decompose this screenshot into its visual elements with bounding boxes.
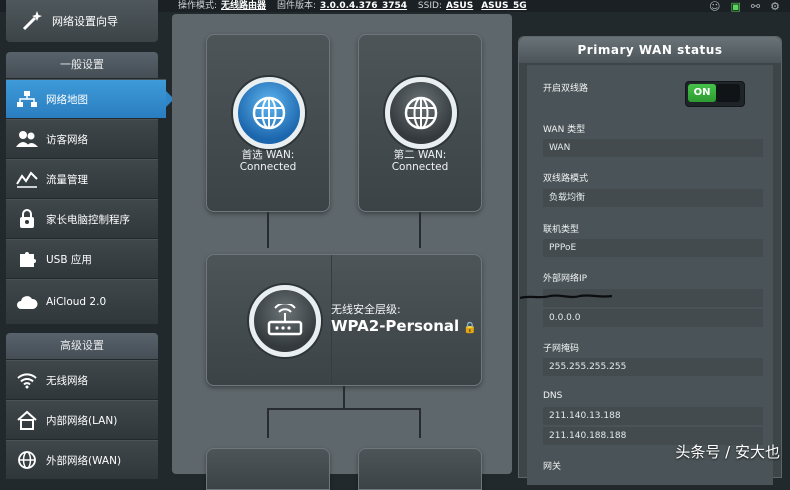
usb-application-icon — [14, 247, 40, 271]
primary-wan-status-panel: Primary WAN status 开启双线路 ON WAN 类型 WAN 双… — [518, 36, 782, 485]
sidebar-item-label: 访客网络 — [46, 133, 88, 146]
sidebar-item-guest-network[interactable]: 访客网络 — [6, 119, 158, 158]
primary-wan-title: 首选 WAN: — [241, 149, 295, 161]
wan-type-value: WAN — [543, 139, 763, 157]
primary-wan-tile[interactable]: 首选 WAN: Connected — [206, 34, 330, 212]
panel-title: Primary WAN status — [519, 37, 781, 63]
lock-icon: 🔒 — [463, 321, 477, 334]
network-map-icon — [14, 87, 40, 111]
traffic-manager-icon — [14, 167, 40, 191]
watermark: 头条号 / 安大也 — [675, 443, 780, 461]
connection-type-label: 联机类型 — [543, 225, 580, 235]
sidebar-item-label: 内部网络(LAN) — [46, 414, 118, 427]
quick-setup-label: 网络设置向导 — [52, 15, 118, 28]
gateway-label: 网关 — [543, 462, 562, 472]
secondary-wan-title: 第二 WAN: — [393, 149, 447, 161]
sidebar-item-wireless[interactable]: 无线网络 — [6, 360, 158, 399]
wan-icon — [14, 448, 40, 472]
security-level-value: WPA2-Personal — [331, 317, 460, 335]
settings-icon[interactable]: ⚙ — [770, 0, 780, 13]
sidebar-item-usb-application[interactable]: USB 应用 — [6, 239, 158, 278]
toggle-on-label: ON — [688, 84, 716, 102]
wan-type-label: WAN 类型 — [543, 125, 586, 135]
clients-tile[interactable] — [206, 448, 330, 490]
secondary-wan-tile[interactable]: 第二 WAN: Connected — [358, 34, 482, 212]
dual-wan-toggle[interactable]: ON — [685, 81, 745, 107]
sidebar-item-label: AiCloud 2.0 — [46, 296, 107, 308]
subnet-mask-value: 255.255.255.255 — [543, 358, 763, 376]
user-icon[interactable]: ☺ — [709, 0, 720, 13]
sidebar-item-label: 流量管理 — [46, 173, 88, 186]
external-ip-label: 外部网络IP — [543, 274, 588, 284]
connector-line — [267, 212, 269, 248]
ssid-link-1[interactable]: ASUS — [446, 1, 473, 11]
connection-type-value: PPPoE — [543, 239, 763, 257]
lan-icon — [14, 408, 40, 432]
guest-network-icon — [14, 127, 40, 151]
sidebar-item-label: 家长电脑控制程序 — [46, 213, 130, 226]
sidebar-item-aicloud[interactable]: AiCloud 2.0 — [6, 279, 158, 324]
top-icon-group: ☺ ▣ ⚯ ⚙ — [709, 0, 780, 13]
security-level-value-row: WPA2-Personal 🔒 — [331, 317, 477, 335]
sidebar-item-label: USB 应用 — [46, 253, 92, 266]
firmware-label: 固件版本: — [276, 1, 316, 11]
parental-control-icon — [14, 207, 40, 231]
aicloud-icon — [14, 290, 40, 314]
ssid-label: SSID: — [417, 1, 442, 11]
advanced-section-title: 高级设置 — [6, 333, 158, 359]
sidebar-item-traffic-manager[interactable]: 流量管理 — [6, 159, 158, 198]
magic-wand-icon — [18, 9, 46, 33]
subnet-mask-label: 子网掩码 — [543, 344, 580, 354]
globe-icon — [233, 77, 305, 149]
dns-label: DNS — [543, 391, 563, 401]
connector-line — [419, 408, 421, 438]
router-icon — [249, 285, 321, 357]
dual-wan-mode-label: 双线路模式 — [543, 174, 589, 184]
sidebar-item-parental-control[interactable]: 家长电脑控制程序 — [6, 199, 158, 238]
connector-line — [419, 212, 421, 248]
redaction-scribble — [520, 294, 612, 300]
connector-line — [267, 408, 421, 410]
security-level-label: 无线安全层级: — [331, 303, 401, 316]
sidebar-item-wan[interactable]: 外部网络(WAN) — [6, 440, 158, 479]
globe-icon — [385, 77, 457, 149]
operation-mode-link[interactable]: 无线路由器 — [221, 1, 266, 11]
wireless-icon — [14, 368, 40, 392]
router-tile[interactable]: 无线安全层级: WPA2-Personal 🔒 — [206, 254, 482, 386]
sidebar-item-network-map[interactable]: 网络地图 — [6, 79, 174, 118]
usb-tile[interactable] — [358, 448, 482, 490]
operation-mode-label: 操作模式: — [178, 1, 218, 11]
connector-line — [267, 408, 269, 438]
dual-wan-label: 开启双线路 — [543, 84, 589, 94]
general-section-title: 一般设置 — [6, 52, 158, 78]
sidebar: 网络设置向导 一般设置 网络地图 访客网络 流量管理 家长电脑控制程序 USB … — [0, 0, 174, 479]
dual-wan-mode-value: 负载均衡 — [543, 189, 763, 207]
sidebar-item-label: 无线网络 — [46, 374, 88, 387]
quick-setup-button[interactable]: 网络设置向导 — [6, 0, 158, 42]
network-map-area: 首选 WAN: Connected 第二 WAN: Connected 无线安全… — [172, 14, 512, 490]
panel-body: 开启双线路 ON WAN 类型 WAN 双线路模式 负载均衡 联机类型 PPPo… — [527, 65, 773, 485]
sidebar-item-label: 外部网络(WAN) — [46, 454, 122, 467]
secondary-wan-status: Connected — [391, 161, 449, 173]
sidebar-item-lan[interactable]: 内部网络(LAN) — [6, 400, 158, 439]
connector-line — [343, 386, 345, 408]
primary-wan-status: Connected — [239, 161, 297, 173]
firmware-link[interactable]: 3.0.0.4.376_3754 — [320, 1, 407, 11]
status-info: 操作模式: 无线路由器 固件版本: 3.0.0.4.376_3754 SSID: AS… — [178, 0, 535, 11]
ssid-link-2[interactable]: ASUS_5G — [481, 1, 526, 11]
usb-icon[interactable]: ⚯ — [751, 0, 760, 13]
dns-value-1: 211.140.13.188 — [543, 407, 763, 425]
toggle-knob — [716, 84, 740, 102]
monitor-icon[interactable]: ▣ — [731, 0, 741, 13]
sidebar-item-label: 网络地图 — [46, 93, 88, 106]
external-ip-value: 0.0.0.0 — [543, 309, 763, 327]
